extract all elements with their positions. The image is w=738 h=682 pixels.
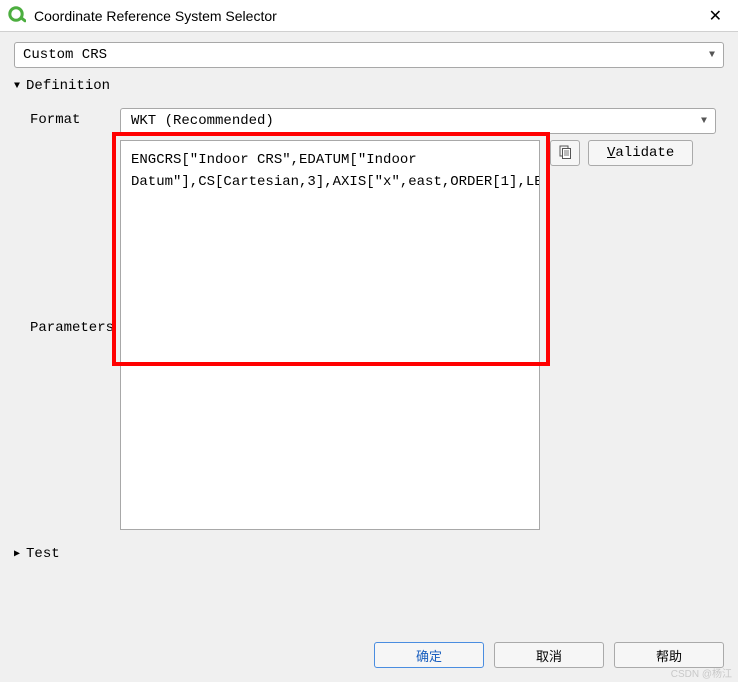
validate-button[interactable]: Validate xyxy=(588,140,693,166)
test-label: Test xyxy=(26,546,60,562)
copy-button[interactable] xyxy=(550,140,580,166)
definition-section-header[interactable]: ▼ Definition xyxy=(14,78,724,94)
expand-collapse-icon: ▼ xyxy=(14,81,20,92)
watermark: CSDN @杨江 xyxy=(671,665,732,680)
format-selected-value: WKT (Recommended) xyxy=(131,113,274,129)
format-dropdown[interactable]: WKT (Recommended) ▼ xyxy=(120,108,716,134)
app-icon xyxy=(8,5,26,26)
definition-label: Definition xyxy=(26,78,110,94)
window-title: Coordinate Reference System Selector xyxy=(34,8,701,24)
chevron-down-icon: ▼ xyxy=(701,116,707,127)
validate-label: Validate xyxy=(607,145,674,161)
chevron-down-icon: ▼ xyxy=(709,50,715,61)
parameters-label: Parameters xyxy=(30,140,120,336)
title-bar: Coordinate Reference System Selector ✕ xyxy=(0,0,738,32)
close-button[interactable]: ✕ xyxy=(701,6,730,26)
ok-button[interactable]: 确定 xyxy=(374,642,484,668)
definition-panel: Format WKT (Recommended) ▼ Parameters EN… xyxy=(14,100,724,544)
expand-collapse-icon: ▶ xyxy=(14,548,20,560)
crs-selector-dropdown[interactable]: Custom CRS ▼ xyxy=(14,42,724,68)
cancel-button[interactable]: 取消 xyxy=(494,642,604,668)
copy-icon xyxy=(558,145,572,162)
test-section-header[interactable]: ▶ Test xyxy=(14,546,724,562)
crs-selected-value: Custom CRS xyxy=(23,47,107,63)
format-label: Format xyxy=(30,108,120,128)
parameters-textarea[interactable]: ENGCRS["Indoor CRS",EDATUM["Indoor Datum… xyxy=(120,140,540,530)
